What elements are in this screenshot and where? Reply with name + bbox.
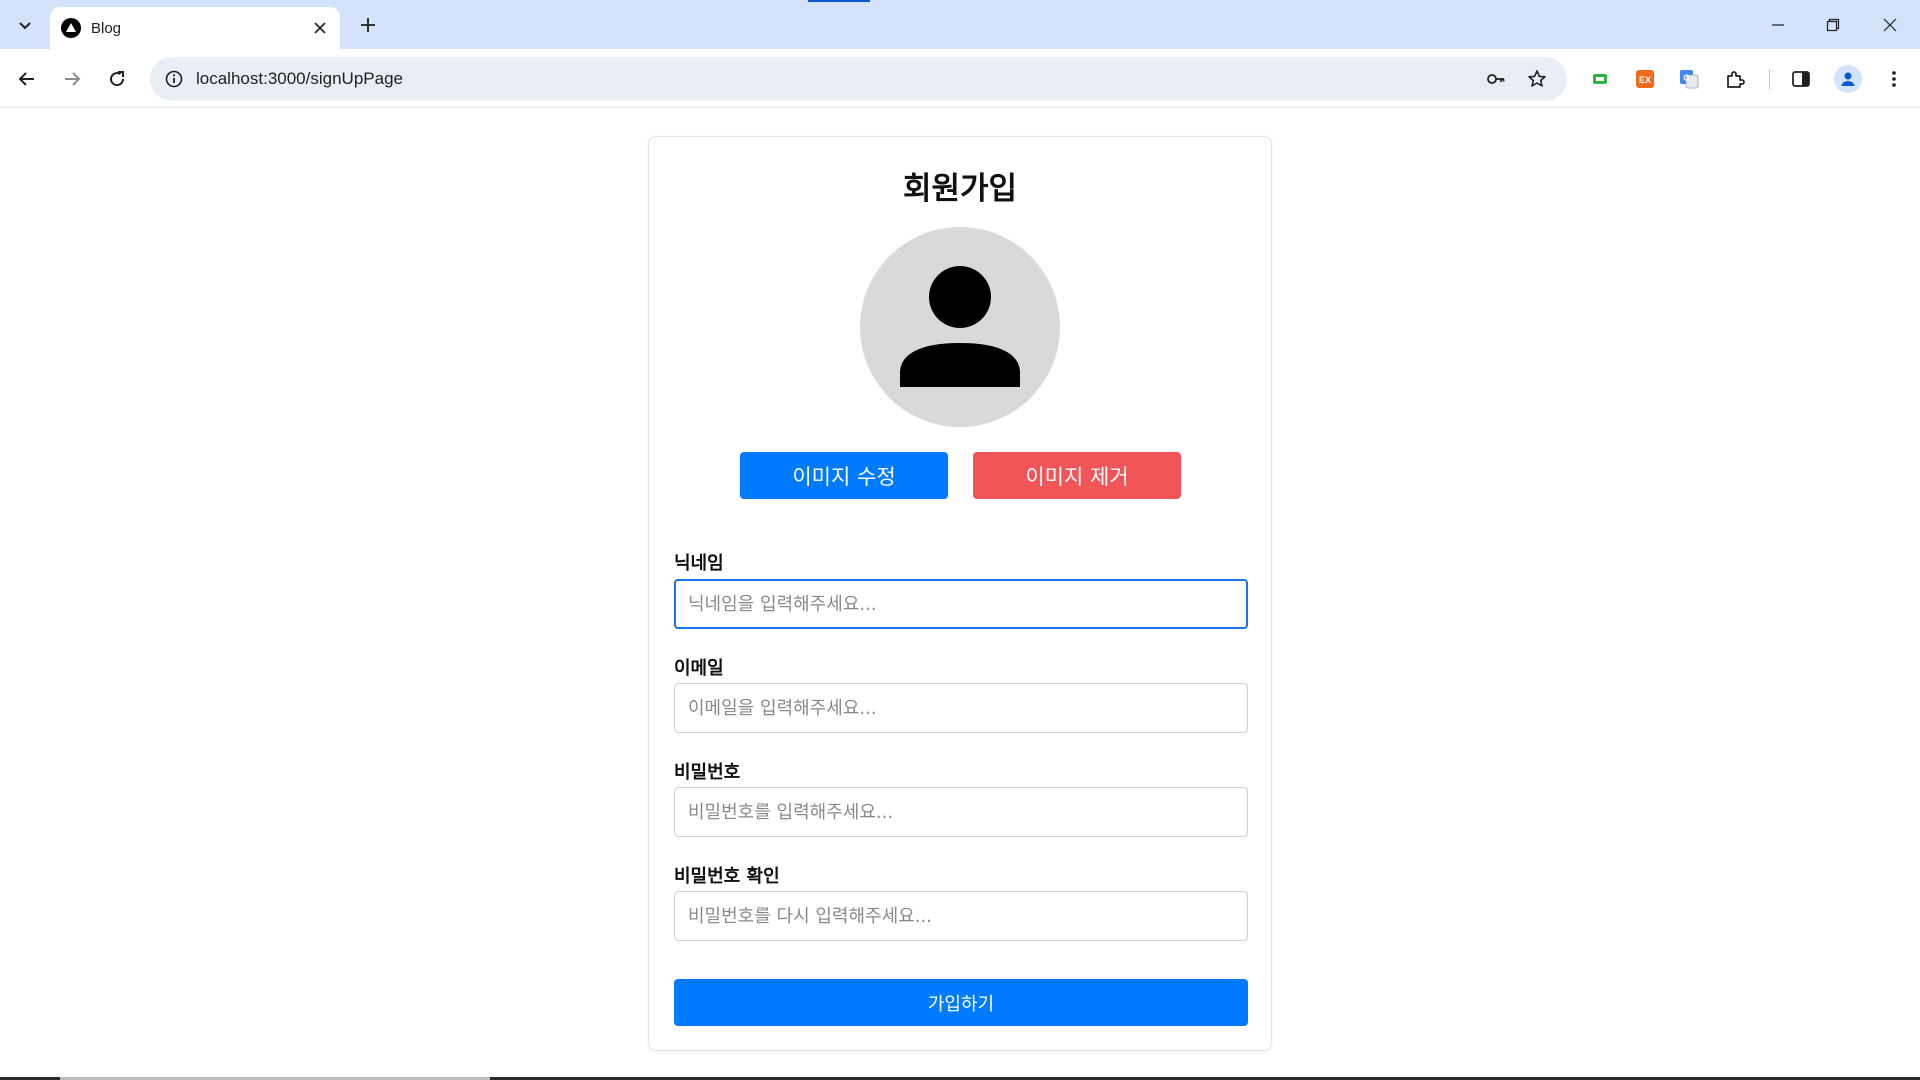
nickname-input[interactable] [674,579,1248,629]
restore-icon[interactable] [1815,10,1851,40]
tab-title: Blog [91,19,122,37]
minimize-icon[interactable] [1760,10,1796,40]
browser-toolbar: localhost:3000/signUpPage EX G [0,49,1920,108]
password-confirm-label: 비밀번호 확인 [674,866,780,887]
extension-icon[interactable] [1721,65,1749,93]
reload-icon[interactable] [101,63,133,95]
svg-text:G: G [1683,74,1689,83]
translate-icon[interactable]: G [1675,65,1703,93]
close-icon[interactable] [310,18,330,38]
email-input[interactable] [674,683,1248,733]
key-icon[interactable] [1484,67,1508,91]
toolbar-separator [1769,69,1770,89]
side-panel-icon[interactable] [1787,65,1815,93]
extension-green-icon[interactable] [1586,65,1614,93]
url-text[interactable]: localhost:3000/signUpPage [196,69,403,89]
svg-text:EX: EX [1639,75,1651,85]
back-arrow-icon[interactable] [11,63,43,95]
nickname-label: 닉네임 [674,553,724,574]
signup-submit-button[interactable]: 가입하기 [674,979,1248,1026]
password-input[interactable] [674,787,1248,837]
star-icon[interactable] [1525,67,1549,91]
window-close-icon[interactable] [1872,10,1908,40]
page-title: 회원가입 [902,171,1018,207]
password-label: 비밀번호 [674,762,741,783]
favicon-triangle-icon [61,18,81,38]
avatar [860,227,1060,427]
tab-strip: Blog [0,0,1920,49]
address-bar[interactable]: localhost:3000/signUpPage [150,57,1567,101]
signup-card: 회원가입 이미지 수정 이미지 제거 닉네임 이메일 비밀번호 비밀번호 확인 … [648,136,1272,1051]
password-confirm-input[interactable] [674,891,1248,941]
browser-tab[interactable]: Blog [50,7,340,49]
more-vertical-icon[interactable] [1880,65,1908,93]
forward-arrow-icon[interactable] [56,63,88,95]
email-label: 이메일 [674,658,724,679]
edit-image-button[interactable]: 이미지 수정 [740,452,948,499]
tab-search-icon[interactable] [10,10,40,40]
remove-image-button[interactable]: 이미지 제거 [973,452,1181,499]
profile-icon[interactable] [1834,65,1862,93]
user-silhouette-icon [900,266,1020,387]
site-info-icon[interactable] [162,67,186,91]
plus-icon[interactable] [354,11,382,39]
extension-ex-icon[interactable]: EX [1631,65,1659,93]
tab-indicator [808,0,870,2]
